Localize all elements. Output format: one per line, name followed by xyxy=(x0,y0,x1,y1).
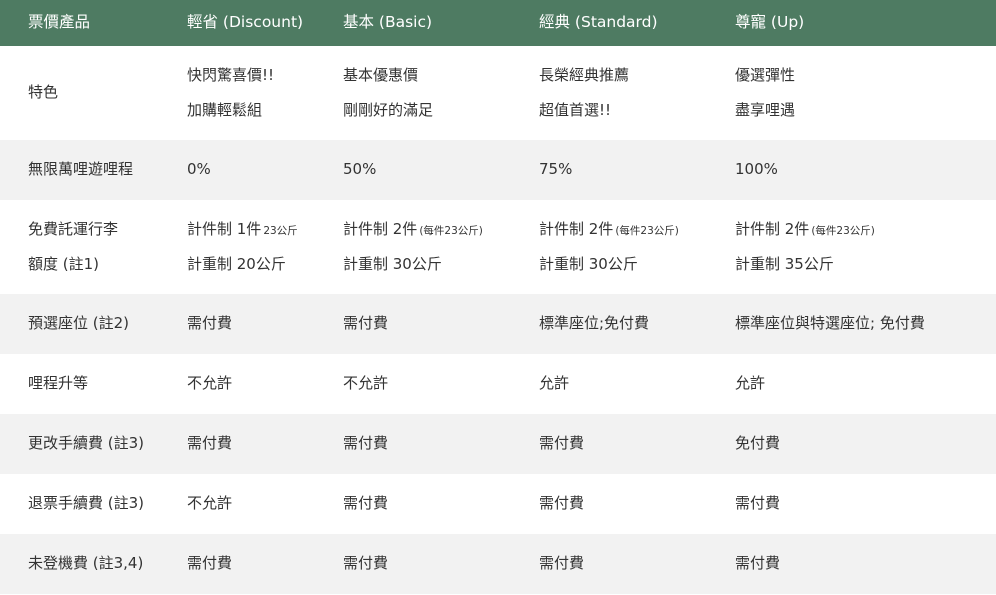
header-basic: 基本 (Basic) xyxy=(343,13,433,32)
table-cell: 50% xyxy=(343,160,377,179)
piece-note: 23公斤 xyxy=(263,225,298,238)
cell-line: 優選彈性 xyxy=(735,66,796,85)
table-cell: 需付費 xyxy=(539,434,585,453)
cell-line: 計件制 2件 (每件23公斤) xyxy=(735,221,996,238)
cell-line: 盡享哩遇 xyxy=(735,100,796,119)
table-cell: 基本優惠價 剛剛好的滿足 xyxy=(343,66,539,119)
piece-text: 計件制 2件 xyxy=(539,220,614,239)
row-label: 退票手續費 (註3) xyxy=(28,494,145,513)
table-cell: 標準座位;免付費 xyxy=(539,314,650,333)
cell-line: 計重制 35公斤 xyxy=(735,254,834,273)
table-cell: 需付費 xyxy=(343,554,389,573)
header-product: 票價產品 xyxy=(28,13,91,32)
table-row-baggage: 免費託運行李 額度 (註1) 計件制 1件 23公斤 計重制 20公斤 計件制 2… xyxy=(0,200,996,294)
table-cell: 不允許 xyxy=(343,374,389,393)
table-cell: 計件制 1件 23公斤 計重制 20公斤 xyxy=(187,221,343,273)
table-cell: 計件制 2件 (每件23公斤) 計重制 35公斤 xyxy=(735,221,996,273)
piece-note: (每件23公斤) xyxy=(811,225,875,238)
table-cell: 允許 xyxy=(539,374,570,393)
table-cell: 需付費 xyxy=(735,554,781,573)
cell-line: 基本優惠價 xyxy=(343,66,419,85)
table-row-features: 特色 快閃驚喜價!! 加購輕鬆組 基本優惠價 剛剛好的滿足 長榮經典推薦 超值首… xyxy=(0,46,996,140)
piece-note: (每件23公斤) xyxy=(615,225,679,238)
table-cell: 需付費 xyxy=(343,494,389,513)
cell-line: 計件制 2件 (每件23公斤) xyxy=(343,221,539,238)
header-discount: 輕省 (Discount) xyxy=(187,13,304,32)
row-label: 哩程升等 xyxy=(28,374,89,393)
table-cell: 不允許 xyxy=(187,494,233,513)
header-up: 尊寵 (Up) xyxy=(735,13,805,32)
fare-comparison-table: 票價產品 輕省 (Discount) 基本 (Basic) 經典 (Standa… xyxy=(0,0,996,594)
table-cell: 需付費 xyxy=(187,554,233,573)
cell-line: 超值首選!! xyxy=(539,100,612,119)
table-cell: 需付費 xyxy=(187,314,233,333)
table-cell: 計件制 2件 (每件23公斤) 計重制 30公斤 xyxy=(539,221,735,273)
row-label: 更改手續費 (註3) xyxy=(28,434,145,453)
table-row-refund-fee: 退票手續費 (註3) 不允許 需付費 需付費 需付費 xyxy=(0,474,996,534)
table-header: 票價產品 輕省 (Discount) 基本 (Basic) 經典 (Standa… xyxy=(0,0,996,46)
table-cell: 需付費 xyxy=(539,494,585,513)
table-cell: 優選彈性 盡享哩遇 xyxy=(735,66,996,119)
table-cell: 75% xyxy=(539,160,573,179)
table-row-upgrade: 哩程升等 不允許 不允許 允許 允許 xyxy=(0,354,996,414)
table-cell: 需付費 xyxy=(343,314,389,333)
cell-line: 計重制 30公斤 xyxy=(539,254,638,273)
cell-line: 計件制 2件 (每件23公斤) xyxy=(539,221,735,238)
cell-line: 加購輕鬆組 xyxy=(187,100,263,119)
cell-line: 快閃驚喜價!! xyxy=(187,66,275,85)
table-row-mileage: 無限萬哩遊哩程 0% 50% 75% 100% xyxy=(0,140,996,200)
cell-line: 免費託運行李 xyxy=(28,220,119,239)
table-cell: 需付費 xyxy=(735,494,781,513)
row-label: 無限萬哩遊哩程 xyxy=(28,160,134,179)
table-cell: 100% xyxy=(735,160,778,179)
cell-line: 剛剛好的滿足 xyxy=(343,100,434,119)
piece-text: 計件制 1件 xyxy=(187,220,262,239)
row-label: 免費託運行李 額度 (註1) xyxy=(0,220,187,273)
piece-text: 計件制 2件 xyxy=(735,220,810,239)
cell-line: 計重制 30公斤 xyxy=(343,254,442,273)
table-cell: 標準座位與特選座位; 免付費 xyxy=(735,314,925,333)
piece-text: 計件制 2件 xyxy=(343,220,418,239)
table-cell: 需付費 xyxy=(539,554,585,573)
table-cell: 計件制 2件 (每件23公斤) 計重制 30公斤 xyxy=(343,221,539,273)
table-cell: 快閃驚喜價!! 加購輕鬆組 xyxy=(187,66,343,119)
row-label: 特色 xyxy=(28,83,59,102)
table-cell: 需付費 xyxy=(187,434,233,453)
piece-note: (每件23公斤) xyxy=(419,225,483,238)
cell-line: 長榮經典推薦 xyxy=(539,66,630,85)
table-cell: 允許 xyxy=(735,374,766,393)
table-cell: 需付費 xyxy=(343,434,389,453)
table-cell: 不允許 xyxy=(187,374,233,393)
header-standard: 經典 (Standard) xyxy=(539,13,658,32)
cell-line: 計重制 20公斤 xyxy=(187,254,286,273)
table-cell: 0% xyxy=(187,160,211,179)
table-cell: 免付費 xyxy=(735,434,781,453)
table-row-noshow-fee: 未登機費 (註3,4) 需付費 需付費 需付費 需付費 xyxy=(0,534,996,594)
table-row-change-fee: 更改手續費 (註3) 需付費 需付費 需付費 免付費 xyxy=(0,414,996,474)
table-row-seat: 預選座位 (註2) 需付費 需付費 標準座位;免付費 標準座位與特選座位; 免付… xyxy=(0,294,996,354)
cell-line: 計件制 1件 23公斤 xyxy=(187,221,343,238)
cell-line: 額度 (註1) xyxy=(28,254,100,273)
table-cell: 長榮經典推薦 超值首選!! xyxy=(539,66,735,119)
row-label: 未登機費 (註3,4) xyxy=(28,554,144,573)
row-label: 預選座位 (註2) xyxy=(28,314,130,333)
